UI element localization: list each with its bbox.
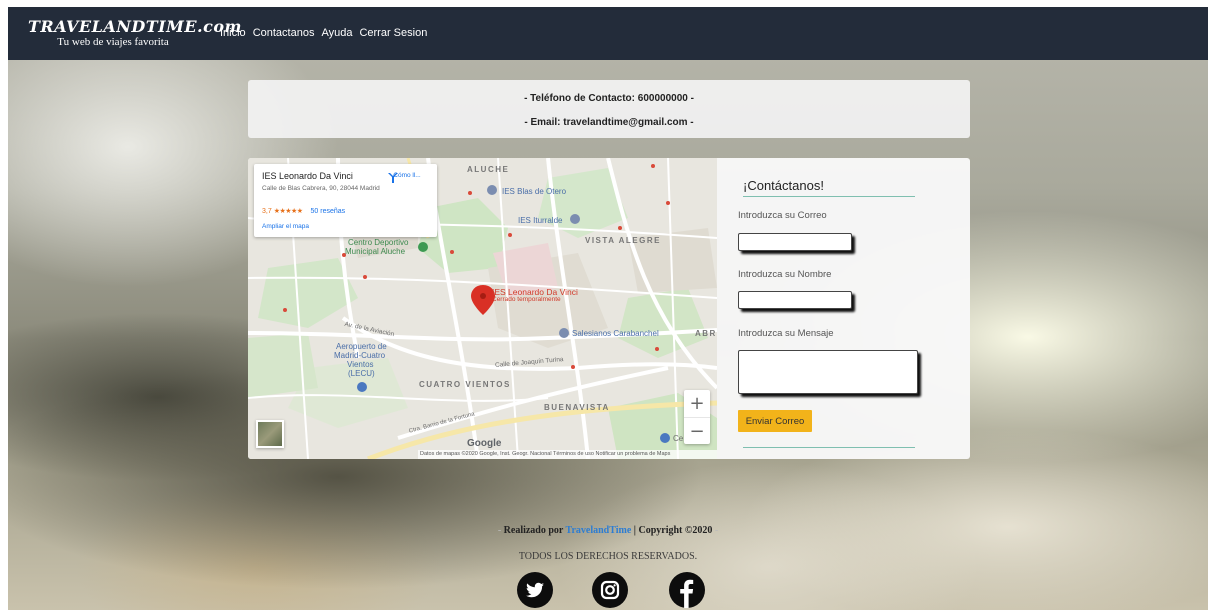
form-bottom-divider bbox=[743, 447, 915, 448]
google-logo: Google bbox=[467, 438, 502, 449]
footer-rights: TODOS LOS DERECHOS RESERVADOS. bbox=[518, 551, 698, 562]
map-label-aeropuerto-4: (LECU) bbox=[348, 369, 375, 378]
navbar: TRAVELANDTIME.com Tu web de viajes favor… bbox=[8, 7, 1208, 60]
zoom-out-button[interactable]: − bbox=[684, 418, 710, 445]
brand-tagline: Tu web de viajes favorita bbox=[57, 36, 169, 48]
map-label-abr: ABR bbox=[695, 329, 717, 338]
satellite-toggle-button[interactable] bbox=[256, 420, 284, 448]
footer-credits: - Realizado por TravelandTime | Copyrigh… bbox=[8, 525, 1208, 536]
message-label: Introduzca su Mensaje bbox=[738, 328, 834, 339]
contact-form: ¡Contáctanos! Introduzca su Correo Intro… bbox=[717, 158, 970, 459]
contact-card: ALUCHE IES Blas de Otero IES Iturralde V… bbox=[248, 158, 970, 459]
footer-made-by: Realizado por bbox=[503, 525, 566, 536]
place-rating-value: 3,7 bbox=[262, 208, 272, 215]
brand-logo[interactable]: TRAVELANDTIME.com Tu web de viajes favor… bbox=[28, 17, 242, 49]
google-map[interactable]: ALUCHE IES Blas de Otero IES Iturralde V… bbox=[248, 158, 717, 459]
footer: - Realizado por TravelandTime | Copyrigh… bbox=[8, 525, 1208, 562]
map-label-ies-blas: IES Blas de Otero bbox=[502, 187, 567, 196]
footer-dash-left: - bbox=[497, 525, 502, 536]
email-field[interactable] bbox=[738, 233, 852, 251]
map-label-cerrado: Cerrado temporalmente bbox=[492, 296, 561, 303]
map-label-aeropuerto-3: Vientos bbox=[347, 360, 374, 369]
name-field[interactable] bbox=[738, 291, 852, 309]
map-place-card: IES Leonardo Da Vinci Calle de Blas Cabr… bbox=[254, 164, 437, 237]
map-label-buenavista: BUENAVISTA bbox=[544, 403, 610, 412]
map-zoom-control: + − bbox=[684, 390, 710, 444]
nav-link-inicio[interactable]: Inicio bbox=[220, 27, 246, 39]
map-label-aluche: ALUCHE bbox=[467, 165, 510, 174]
place-address: Calle de Blas Cabrera, 90, 28044 Madrid bbox=[262, 185, 380, 192]
brand-name: TRAVELANDTIME.com bbox=[28, 17, 242, 36]
send-email-button[interactable]: Enviar Correo bbox=[738, 410, 812, 432]
nav-menu: Inicio Contactanos Ayuda Cerrar Sesion bbox=[220, 27, 427, 39]
map-label-centro-deportivo-2: Municipal Aluche bbox=[345, 247, 406, 256]
footer-brand-link[interactable]: TravelandTime bbox=[566, 525, 632, 536]
place-reviews-link[interactable]: 50 reseñas bbox=[311, 208, 346, 215]
nav-link-contactanos[interactable]: Contactanos bbox=[253, 27, 315, 39]
message-field[interactable] bbox=[738, 350, 918, 394]
map-attribution: Datos de mapas ©2020 Google, Inst. Geogr… bbox=[418, 450, 717, 459]
rating-stars-icon: ★★★★★ bbox=[273, 208, 303, 215]
contact-phone: - Teléfono de Contacto: 600000000 - bbox=[524, 93, 694, 104]
footer-dash-right: - bbox=[714, 525, 719, 536]
map-label-vista-alegre: VISTA ALEGRE bbox=[585, 236, 661, 245]
name-label: Introduzca su Nombre bbox=[738, 269, 832, 280]
contact-info-card: - Teléfono de Contacto: 600000000 - - Em… bbox=[248, 80, 970, 138]
email-label: Introduzca su Correo bbox=[738, 210, 827, 221]
zoom-in-button[interactable]: + bbox=[684, 390, 710, 418]
place-rating: 3,7 ★★★★★ 50 reseñas bbox=[262, 207, 345, 215]
form-title-divider bbox=[743, 196, 915, 197]
map-label-ce: Ce bbox=[673, 434, 684, 443]
place-name: IES Leonardo Da Vinci bbox=[262, 171, 353, 181]
nav-link-cerrar-sesion[interactable]: Cerrar Sesion bbox=[359, 27, 427, 39]
form-title: ¡Contáctanos! bbox=[743, 178, 824, 193]
map-label-centro-deportivo-1: Centro Deportivo bbox=[348, 238, 409, 247]
instagram-icon[interactable] bbox=[592, 572, 628, 608]
contact-email: - Email: travelandtime@gmail.com - bbox=[524, 117, 694, 128]
expand-map-link[interactable]: Ampliar el mapa bbox=[262, 223, 309, 230]
directions-icon bbox=[388, 173, 398, 183]
map-label-cuatro-vientos: CUATRO VIENTOS bbox=[419, 380, 511, 389]
twitter-icon[interactable] bbox=[517, 572, 553, 608]
facebook-icon[interactable] bbox=[669, 572, 705, 608]
map-label-salesianos: Salesianos Carabanchel bbox=[572, 329, 659, 338]
nav-link-ayuda[interactable]: Ayuda bbox=[321, 27, 352, 39]
page: TRAVELANDTIME.com Tu web de viajes favor… bbox=[8, 7, 1208, 610]
footer-copyright: | Copyright ©2020 bbox=[631, 525, 715, 536]
map-label-aeropuerto-2: Madrid-Cuatro bbox=[334, 351, 386, 360]
directions-button[interactable]: Cómo ll... bbox=[387, 172, 427, 183]
map-label-ies-iturralde: IES Iturralde bbox=[518, 216, 563, 225]
map-label-aeropuerto-1: Aeropuerto de bbox=[336, 342, 387, 351]
